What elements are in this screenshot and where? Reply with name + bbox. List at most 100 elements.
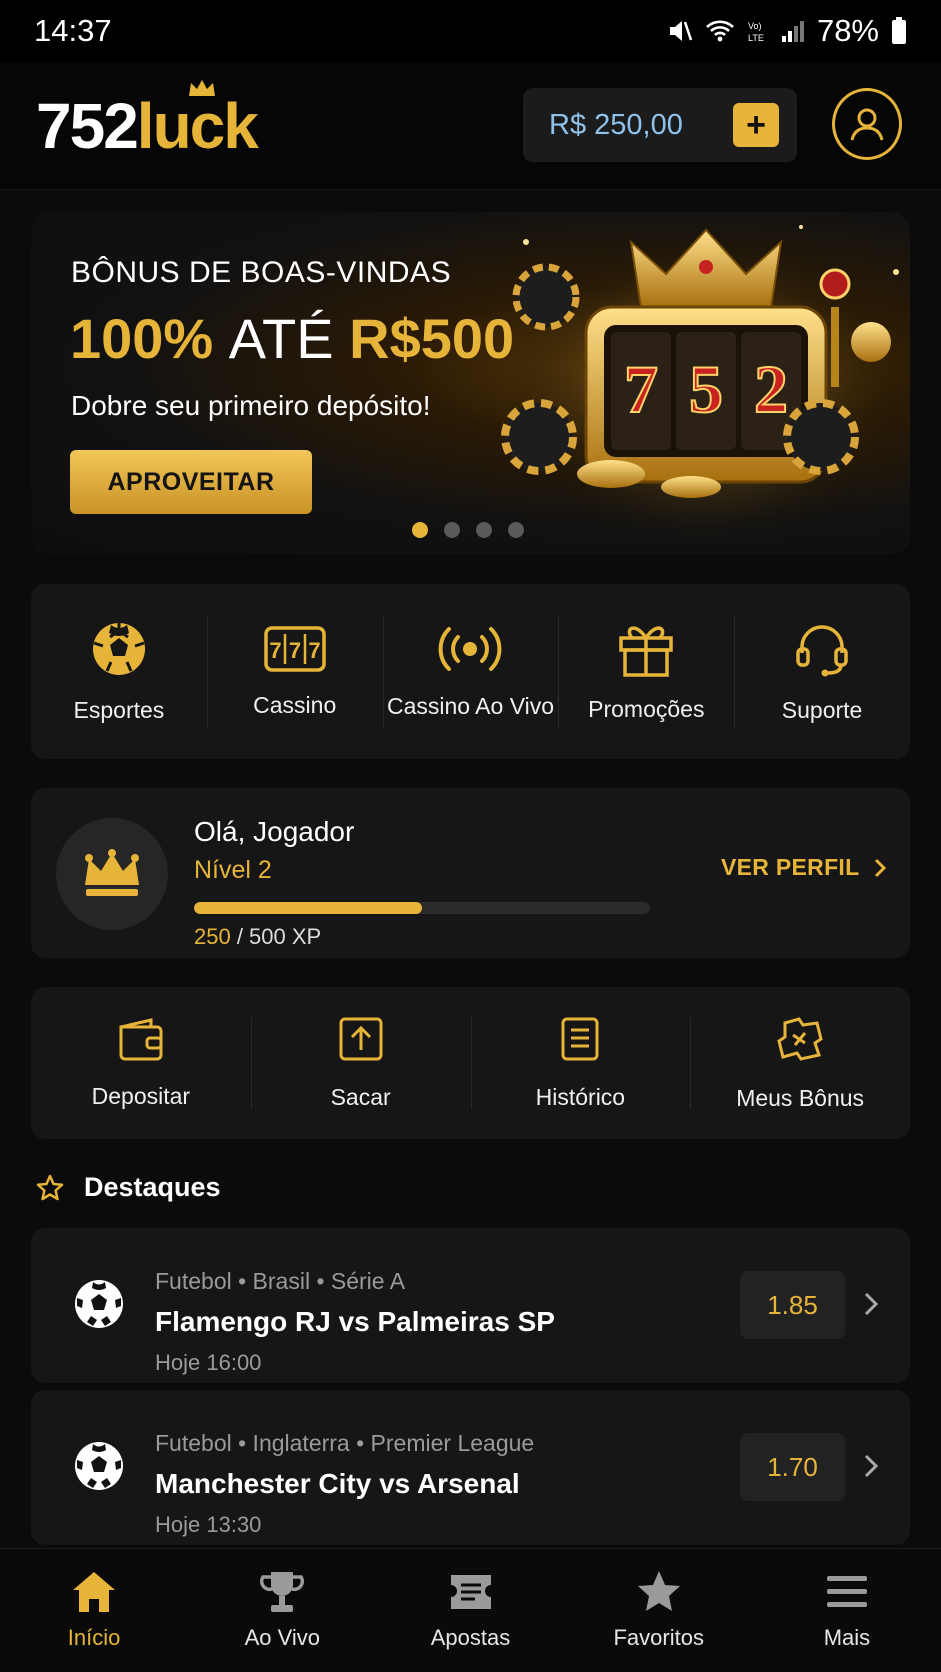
mute-icon (669, 21, 693, 41)
match-league: Futebol • Brasil • Série A (155, 1268, 406, 1294)
match-teams: Flamengo RJ vs Palmeiras SP (155, 1306, 555, 1337)
slot-777-icon: 777 (263, 626, 326, 672)
action-label: Histórico (535, 1083, 626, 1110)
chevron-right-icon (875, 858, 887, 877)
soccer-ball-icon (75, 1442, 123, 1490)
category-menu: Esportes 777 Cassino Cassino Ao Vivo Pro… (31, 584, 910, 759)
brand-logo[interactable]: 752luck (36, 79, 259, 158)
player-greeting: Olá, Jogador (194, 816, 355, 847)
live-broadcast-icon (439, 627, 502, 671)
category-label: Cassino (253, 692, 337, 718)
home-icon (73, 1572, 116, 1612)
nav-apostas[interactable]: Apostas (376, 1549, 564, 1672)
match-league: Futebol • Inglaterra • Premier League (155, 1430, 535, 1456)
svg-text:LTE: LTE (748, 33, 764, 43)
highlights-title: Destaques (84, 1172, 221, 1202)
match-card[interactable]: Futebol • Brasil • Série A Flamengo RJ v… (31, 1228, 910, 1383)
star-outline-icon (36, 1174, 64, 1200)
trophy-icon (260, 1572, 305, 1612)
category-suporte[interactable]: Suporte (734, 584, 910, 759)
match-time: Hoje 13:30 (155, 1512, 262, 1537)
add-funds-button[interactable]: + (733, 103, 779, 147)
balance-box[interactable]: R$ 250,00 + (523, 88, 797, 162)
carousel-dot[interactable] (444, 522, 460, 538)
match-card[interactable]: Futebol • Inglaterra • Premier League Ma… (31, 1390, 910, 1545)
action-label: Depositar (91, 1082, 191, 1109)
logo-word: luck (136, 89, 259, 162)
banner-headline: 100% ATÉ R$500 (70, 306, 514, 371)
svg-text:7: 7 (269, 638, 281, 663)
carousel-dot[interactable] (508, 522, 524, 538)
status-time: 14:37 (34, 13, 112, 48)
odd-button[interactable]: 1.85 (740, 1271, 845, 1339)
ticket-icon (450, 1575, 491, 1609)
xp-progress-bar (194, 902, 650, 914)
soccer-ball-icon (92, 623, 145, 675)
player-level: Nível 2 (194, 856, 272, 884)
nav-ao-vivo[interactable]: Ao Vivo (188, 1549, 376, 1672)
highlights-header: Destaques (36, 1172, 221, 1203)
menu-icon (826, 1576, 867, 1607)
nav-label: Início (67, 1625, 121, 1650)
carousel-dot[interactable] (412, 522, 428, 538)
headline-amount: R$500 (349, 307, 515, 370)
headline-mid: ATÉ (228, 307, 334, 370)
upload-icon (339, 1017, 383, 1060)
app-header: 752luck R$ 250,00 + (0, 62, 941, 190)
action-meus-bonus[interactable]: Meus Bônus (690, 987, 910, 1139)
nav-label: Favoritos (613, 1625, 704, 1650)
banner-kicker: BÔNUS DE BOAS-VINDAS (71, 256, 452, 289)
odd-button[interactable]: 1.70 (740, 1433, 845, 1501)
soccer-ball-icon (75, 1280, 123, 1328)
wallet-icon (119, 1017, 163, 1060)
xp-current: 250 (194, 924, 231, 949)
carousel-dot[interactable] (476, 522, 492, 538)
status-icons: Vo) LTE 78% (667, 13, 907, 49)
nav-favoritos[interactable]: Favoritos (565, 1549, 753, 1672)
category-cassino[interactable]: 777 Cassino (206, 584, 383, 759)
svg-text:Vo): Vo) (748, 21, 762, 31)
nav-label: Apostas (430, 1625, 511, 1650)
bottom-navigation: Início Ao Vivo Apostas Favoritos Mais (0, 1548, 941, 1672)
category-label: Cassino Ao Vivo (386, 693, 555, 719)
view-profile-link[interactable]: VER PERFIL (721, 854, 887, 881)
match-teams: Manchester City vs Arsenal (155, 1468, 520, 1499)
action-sacar[interactable]: Sacar (250, 987, 471, 1139)
match-time: Hoje 16:00 (155, 1350, 262, 1375)
view-profile-label: VER PERFIL (721, 854, 860, 880)
category-label: Promoções (588, 696, 705, 722)
xp-progress-fill (194, 902, 422, 914)
profile-button[interactable] (832, 88, 902, 160)
player-card: Olá, Jogador Nível 2 250 / 500 XP VER PE… (31, 788, 910, 958)
gift-icon (619, 626, 674, 677)
category-promocoes[interactable]: Promoções (558, 584, 734, 759)
nav-mais[interactable]: Mais (753, 1549, 941, 1672)
bonus-ticket-icon (777, 1016, 823, 1061)
wifi-icon (706, 20, 734, 42)
carousel-dots (412, 522, 524, 538)
player-avatar (56, 818, 168, 930)
nav-label: Mais (823, 1625, 871, 1650)
nav-inicio[interactable]: Início (0, 1549, 188, 1672)
aproveitar-button[interactable]: APROVEITAR (70, 450, 312, 514)
slot-reels: 7 5 2 (611, 332, 801, 450)
reel-digit-2: 5 (689, 351, 723, 427)
slot-machine-illustration: 7 5 2 (501, 222, 906, 554)
logo-crown-icon (189, 79, 215, 96)
action-historico[interactable]: Histórico (470, 987, 691, 1139)
promo-banner[interactable]: BÔNUS DE BOAS-VINDAS 100% ATÉ R$500 Dobr… (31, 212, 910, 554)
action-depositar[interactable]: Depositar (31, 987, 251, 1139)
category-cassino-ao-vivo[interactable]: Cassino Ao Vivo (382, 584, 559, 759)
xp-total: / 500 XP (230, 924, 322, 949)
reel-digit-3: 2 (754, 351, 788, 427)
xp-text: 250 / 500 XP (194, 924, 321, 950)
reel-digit-1: 7 (624, 351, 658, 427)
action-label: Meus Bônus (736, 1084, 865, 1111)
quick-actions: Depositar Sacar Histórico Meus Bônus (31, 987, 910, 1139)
chevron-right-icon[interactable] (863, 1452, 879, 1480)
battery-percent: 78% (816, 13, 879, 48)
chevron-right-icon[interactable] (863, 1290, 879, 1318)
category-esportes[interactable]: Esportes (31, 584, 207, 759)
balance-amount: R$ 250,00 (549, 108, 683, 141)
svg-text:7: 7 (308, 638, 320, 663)
